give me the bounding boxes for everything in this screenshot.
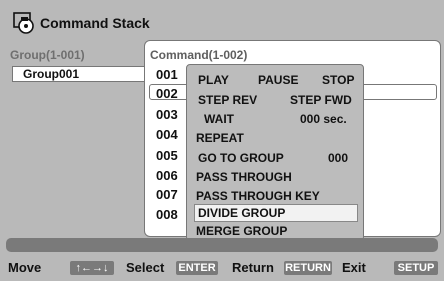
group-list-header: Group(1-001) (10, 48, 85, 62)
move-label: Move (8, 260, 42, 275)
menu-item-merge-group[interactable]: MERGE GROUP (196, 223, 356, 239)
menu-row-goto[interactable]: GO TO GROUP 000 (196, 150, 356, 166)
enter-key-icon: ENTER (176, 261, 218, 275)
setup-key-icon: SETUP (394, 261, 438, 275)
command-row-number[interactable]: 004 (156, 127, 180, 142)
command-row-number[interactable]: 005 (156, 148, 180, 163)
move-key-icon: ↑←→↓ (70, 261, 114, 275)
command-list-header: Command(1-002) (150, 48, 248, 62)
return-label: Return (232, 260, 274, 275)
menu-row-transport: PLAY PAUSE STOP (196, 72, 356, 88)
menu-item-wait: WAIT (204, 112, 234, 126)
menu-item-repeat[interactable]: REPEAT (196, 130, 356, 146)
select-label: Select (126, 260, 165, 275)
menu-item-pass-through-key[interactable]: PASS THROUGH KEY (196, 188, 356, 204)
exit-label: Exit (342, 260, 366, 275)
menu-item-pass-through[interactable]: PASS THROUGH (196, 169, 356, 185)
menu-row-step: STEP REV STEP FWD (196, 92, 356, 108)
command-row-number[interactable]: 002 (150, 86, 184, 101)
command-row-number[interactable]: 006 (156, 168, 180, 183)
group-list-item[interactable]: Group001 (12, 66, 150, 82)
wait-value: 000 sec. (300, 112, 347, 126)
status-bar (6, 238, 438, 252)
return-key-icon: RETURN (284, 261, 332, 275)
menu-item-stop[interactable]: STOP (322, 72, 354, 88)
footer-help-bar: Move ↑←→↓ Select ENTER Return RETURN Exi… (0, 258, 444, 278)
menu-item-goto-group: GO TO GROUP (198, 151, 284, 165)
menu-item-divide-group[interactable]: DIVIDE GROUP (194, 204, 358, 222)
menu-row-wait[interactable]: WAIT 000 sec. (196, 111, 356, 127)
command-stack-icon (13, 12, 34, 34)
command-row-number[interactable]: 001 (156, 67, 180, 82)
command-stack-screen: Command Stack Group(1-001) Group001 Comm… (0, 0, 444, 281)
menu-item-pause[interactable]: PAUSE (258, 72, 298, 88)
menu-item-divide-label: DIVIDE GROUP (198, 206, 286, 220)
command-row-number[interactable]: 003 (156, 107, 180, 122)
title-bar: Command Stack (12, 10, 150, 36)
menu-item-step-fwd[interactable]: STEP FWD (290, 92, 352, 108)
page-title: Command Stack (40, 15, 150, 31)
command-row-number[interactable]: 007 (156, 187, 180, 202)
menu-item-step-rev[interactable]: STEP REV (198, 92, 257, 108)
goto-group-value: 000 (328, 151, 349, 165)
menu-item-play[interactable]: PLAY (198, 72, 229, 88)
command-row-number[interactable]: 008 (156, 207, 180, 222)
